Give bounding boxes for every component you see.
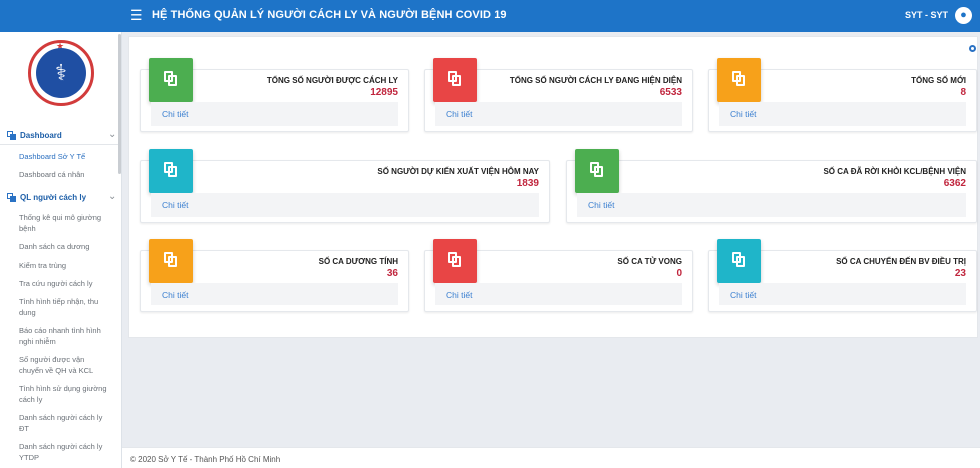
chevron-down-icon: ⌄ xyxy=(108,191,117,202)
detail-link[interactable]: Chi tiết xyxy=(435,283,682,305)
stat-card-total-quarantined: TỔNG SỐ NGƯỜI ĐƯỢC CÁCH LY 12895 Chi tiế… xyxy=(140,58,409,132)
detail-link[interactable]: Chi tiết xyxy=(151,193,539,217)
stat-value: 12895 xyxy=(370,87,398,98)
stat-label: SỐ NGƯỜI DỰ KIẾN XUẤT VIỆN HÔM NAY xyxy=(377,167,539,176)
stat-label: TỔNG SỐ MỚI xyxy=(911,76,966,85)
stat-value: 1839 xyxy=(516,178,539,189)
stat-card-transferred: SỐ CA CHUYỂN ĐẾN BV ĐIỀU TRỊ 23 Chi tiết xyxy=(708,239,977,312)
stat-card-new: TỔNG SỐ MỚI 8 Chi tiết xyxy=(708,58,977,132)
sidebar-section-label: QL người cách ly xyxy=(20,193,87,202)
stat-card-expected-discharge: SỐ NGƯỜI DỰ KIẾN XUẤT VIỆN HÔM NAY 1839 … xyxy=(140,149,550,223)
user-avatar-icon[interactable]: ● xyxy=(955,7,972,24)
copy-icon xyxy=(433,239,477,283)
caduceus-icon: ⚕ xyxy=(36,48,86,98)
detail-link[interactable]: Chi tiết xyxy=(435,102,682,126)
sidebar-item[interactable]: Tình hình tiếp nhận, thu dung xyxy=(19,296,109,318)
sidebar-item[interactable]: Tra cứu người cách ly xyxy=(19,278,109,289)
stat-label: SỐ CA CHUYỂN ĐẾN BV ĐIỀU TRỊ xyxy=(836,257,966,266)
stat-value: 6533 xyxy=(659,87,682,98)
sidebar: ★ ⚕ Dashboard ⌄ Dashboard Sở Y Tế Dashbo… xyxy=(0,32,122,468)
stat-label: SỐ CA ĐÃ RỜI KHỎI KCL/BỆNH VIỆN xyxy=(823,167,966,176)
sidebar-item[interactable]: Danh sách người cách ly ĐT xyxy=(19,412,109,434)
copy-icon xyxy=(575,149,619,193)
sidebar-item[interactable]: Tình hình sử dụng giường cách ly xyxy=(19,383,109,405)
stat-label: TỔNG SỐ NGƯỜI ĐƯỢC CÁCH LY xyxy=(266,76,398,85)
stat-label: TỔNG SỐ NGƯỜI CÁCH LY ĐANG HIỆN DIỆN xyxy=(509,76,682,85)
copy-icon xyxy=(433,58,477,102)
copy-icon xyxy=(7,131,17,140)
sidebar-item[interactable]: Báo cáo nhanh tình hình nghi nhiễm xyxy=(19,325,109,347)
footer-text: © 2020 Sở Y Tế - Thành Phố Hồ Chí Minh xyxy=(130,455,281,464)
copy-icon xyxy=(717,58,761,102)
copy-icon xyxy=(149,149,193,193)
copy-icon xyxy=(717,239,761,283)
stat-value: 36 xyxy=(386,268,398,279)
stat-card-deaths: SỐ CA TỬ VONG 0 Chi tiết xyxy=(424,239,693,312)
copy-icon xyxy=(149,239,193,283)
logo: ★ ⚕ xyxy=(28,40,94,106)
detail-link[interactable]: Chi tiết xyxy=(719,102,966,126)
sidebar-item[interactable]: Thống kê qui mô giường bệnh xyxy=(19,212,109,234)
sidebar-section-quarantine[interactable]: QL người cách ly ⌄ xyxy=(0,188,121,208)
user-name[interactable]: SYT - SYT xyxy=(905,10,948,20)
stat-value: 0 xyxy=(676,268,682,279)
gear-icon[interactable] xyxy=(969,45,976,52)
sidebar-item-dashboard-syt[interactable]: Dashboard Sở Y Tế xyxy=(19,151,109,162)
stat-card-present: TỔNG SỐ NGƯỜI CÁCH LY ĐANG HIỆN DIỆN 653… xyxy=(424,58,693,132)
detail-link[interactable]: Chi tiết xyxy=(151,102,398,126)
sidebar-item-dashboard-personal[interactable]: Dashboard cá nhân xyxy=(19,169,109,180)
detail-link[interactable]: Chi tiết xyxy=(719,283,966,305)
sidebar-section-dashboard[interactable]: Dashboard ⌄ xyxy=(0,126,121,146)
chevron-down-icon: ⌄ xyxy=(108,129,117,140)
sidebar-item[interactable]: Kiểm tra trùng xyxy=(19,260,109,271)
sidebar-item[interactable]: Danh sách ca dương xyxy=(19,241,109,252)
sidebar-item[interactable]: Số người được vận chuyển về QH và KCL xyxy=(19,354,109,376)
sidebar-item[interactable]: Danh sách người cách ly YTDP xyxy=(19,441,109,463)
stat-card-positive: SỐ CA DƯƠNG TÍNH 36 Chi tiết xyxy=(140,239,409,312)
stat-card-left-kcl: SỐ CA ĐÃ RỜI KHỎI KCL/BỆNH VIỆN 6362 Chi… xyxy=(566,149,977,223)
stat-value: 8 xyxy=(960,87,966,98)
stat-label: SỐ CA DƯƠNG TÍNH xyxy=(318,257,398,266)
sidebar-section-label: Dashboard xyxy=(20,131,62,140)
menu-icon[interactable]: ☰ xyxy=(130,7,143,24)
detail-link[interactable]: Chi tiết xyxy=(577,193,966,217)
sidebar-scrollbar[interactable] xyxy=(118,34,121,174)
footer: © 2020 Sở Y Tế - Thành Phố Hồ Chí Minh xyxy=(122,447,980,468)
stat-label: SỐ CA TỬ VONG xyxy=(617,257,682,266)
top-header: ☰ HỆ THỐNG QUẢN LÝ NGƯỜI CÁCH LY VÀ NGƯỜ… xyxy=(0,0,980,32)
detail-link[interactable]: Chi tiết xyxy=(151,283,398,305)
app-title: HỆ THỐNG QUẢN LÝ NGƯỜI CÁCH LY VÀ NGƯỜI … xyxy=(152,9,507,21)
copy-icon xyxy=(149,58,193,102)
copy-icon xyxy=(7,193,17,202)
stat-value: 23 xyxy=(954,268,966,279)
stat-value: 6362 xyxy=(943,178,966,189)
